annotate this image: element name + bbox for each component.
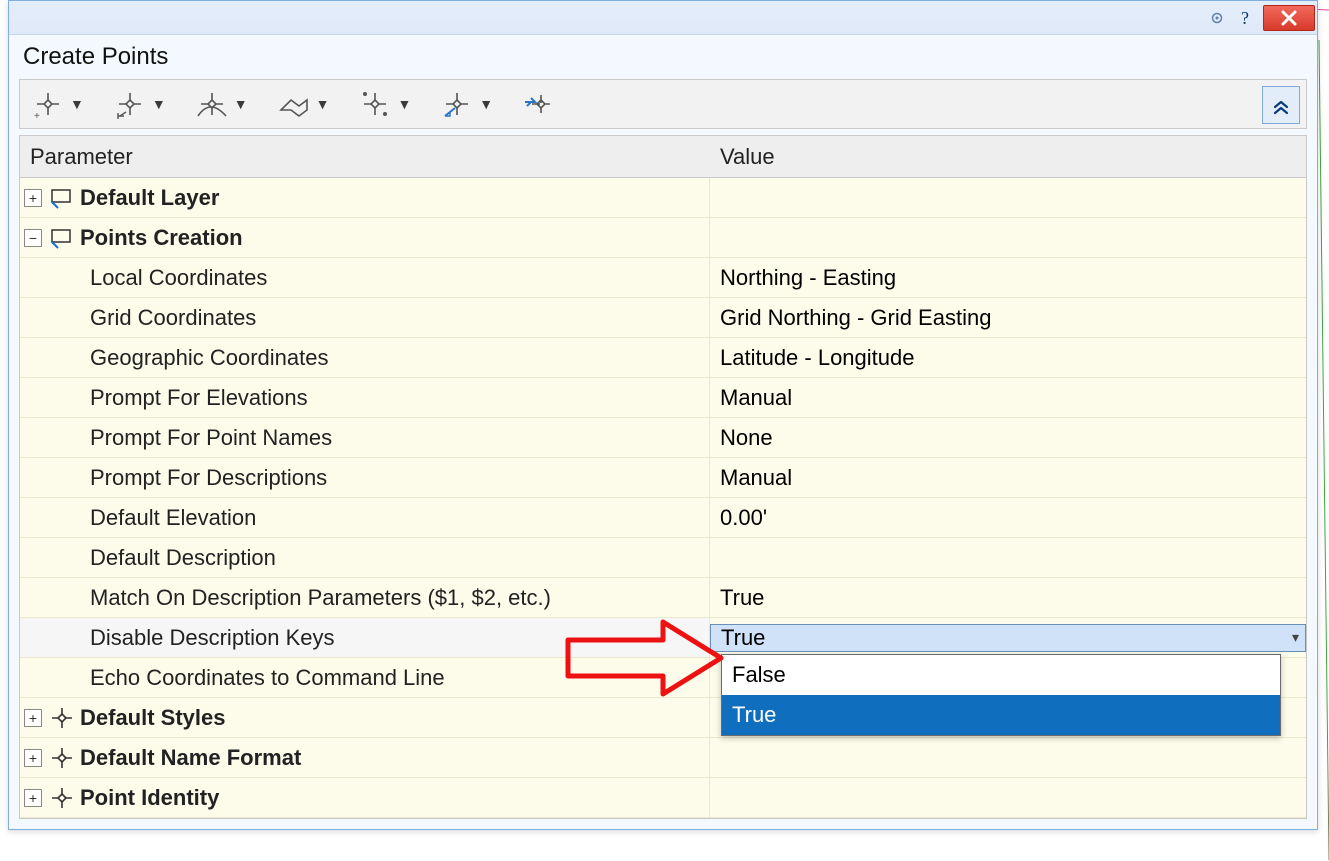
close-button[interactable] — [1263, 5, 1315, 31]
category-point-identity[interactable]: + Point Identity — [20, 778, 1306, 818]
category-label: Default Name Format — [80, 745, 301, 771]
chevron-down-icon: ▼ — [152, 96, 166, 112]
category-icon — [48, 224, 76, 252]
param-value[interactable]: Manual — [710, 465, 1306, 491]
category-label: Points Creation — [80, 225, 243, 251]
param-label: Default Description — [20, 545, 276, 571]
category-default-name-format[interactable]: + Default Name Format — [20, 738, 1306, 778]
param-label: Default Elevation — [20, 505, 256, 531]
chevron-down-icon: ▼ — [234, 96, 248, 112]
expand-icon[interactable]: + — [24, 749, 42, 767]
param-label: Match On Description Parameters ($1, $2,… — [20, 585, 551, 611]
param-value[interactable]: Grid Northing - Grid Easting — [710, 305, 1306, 331]
param-label: Prompt For Point Names — [20, 425, 332, 451]
param-prompt-elevations[interactable]: Prompt For Elevations Manual — [20, 378, 1306, 418]
category-label: Default Styles — [80, 705, 226, 731]
point-icon — [48, 744, 76, 772]
param-grid-coordinates[interactable]: Grid Coordinates Grid Northing - Grid Ea… — [20, 298, 1306, 338]
point-icon — [48, 784, 76, 812]
param-value-dropdown[interactable]: True ▾ — [710, 624, 1306, 652]
collapse-icon[interactable]: − — [24, 229, 42, 247]
param-label: Prompt For Elevations — [20, 385, 308, 411]
tool-import-points[interactable] — [521, 80, 557, 128]
toolbar: +▼ ▼ ▼ ▼ ▼ ▼ — [19, 79, 1307, 129]
tool-slope-point[interactable]: ▼ — [439, 80, 493, 128]
category-points-creation[interactable]: − Points Creation — [20, 218, 1306, 258]
dialog-title: Create Points — [9, 35, 1317, 75]
category-label: Point Identity — [80, 785, 219, 811]
param-value[interactable]: Manual — [710, 385, 1306, 411]
param-value[interactable]: 0.00' — [710, 505, 1306, 531]
param-prompt-point-names[interactable]: Prompt For Point Names None — [20, 418, 1306, 458]
svg-text:+: + — [34, 111, 40, 122]
param-value[interactable]: Latitude - Longitude — [710, 345, 1306, 371]
param-disable-description-keys[interactable]: Disable Description Keys True ▾ — [20, 618, 1306, 658]
param-label: Disable Description Keys — [20, 625, 335, 651]
param-default-description[interactable]: Default Description — [20, 538, 1306, 578]
dropdown-option-false[interactable]: False — [722, 655, 1280, 695]
category-icon — [48, 184, 76, 212]
property-grid: Parameter Value + Default Layer − Points… — [19, 135, 1307, 819]
chevron-down-icon: ▼ — [316, 96, 330, 112]
param-prompt-descriptions[interactable]: Prompt For Descriptions Manual — [20, 458, 1306, 498]
tool-intersection-point[interactable]: ▼ — [112, 80, 166, 128]
chevron-down-icon: ▼ — [397, 96, 411, 112]
expand-icon[interactable]: + — [24, 789, 42, 807]
tool-surface-point[interactable]: ▼ — [276, 80, 330, 128]
col-header-parameter[interactable]: Parameter — [20, 144, 710, 170]
titlebar: ? — [9, 1, 1317, 35]
expand-icon[interactable]: + — [24, 709, 42, 727]
point-icon — [48, 704, 76, 732]
pin-button[interactable] — [1203, 5, 1231, 31]
param-match-description-params[interactable]: Match On Description Parameters ($1, $2,… — [20, 578, 1306, 618]
grid-header: Parameter Value — [20, 136, 1306, 178]
param-label: Local Coordinates — [20, 265, 267, 291]
dropdown-disable-description-keys[interactable]: False True — [721, 654, 1281, 736]
param-value[interactable]: True — [710, 585, 1306, 611]
tool-alignment-point[interactable]: ▼ — [194, 80, 248, 128]
col-header-value[interactable]: Value — [710, 144, 1306, 170]
tool-manual-point[interactable]: +▼ — [30, 80, 84, 128]
param-label: Echo Coordinates to Command Line — [20, 665, 445, 691]
param-geographic-coordinates[interactable]: Geographic Coordinates Latitude - Longit… — [20, 338, 1306, 378]
chevron-down-icon[interactable]: ▾ — [1292, 629, 1299, 646]
param-label: Geographic Coordinates — [20, 345, 328, 371]
chevron-down-icon: ▼ — [479, 96, 493, 112]
dropdown-option-true[interactable]: True — [722, 695, 1280, 735]
param-label: Prompt For Descriptions — [20, 465, 327, 491]
param-default-elevation[interactable]: Default Elevation 0.00' — [20, 498, 1306, 538]
help-button[interactable]: ? — [1233, 5, 1261, 31]
param-label: Grid Coordinates — [20, 305, 256, 331]
chevron-down-icon: ▼ — [70, 96, 84, 112]
svg-text:?: ? — [1241, 8, 1249, 28]
tool-interpolate-point[interactable]: ▼ — [357, 80, 411, 128]
param-value[interactable]: None — [710, 425, 1306, 451]
expand-icon[interactable]: + — [24, 189, 42, 207]
param-local-coordinates[interactable]: Local Coordinates Northing - Easting — [20, 258, 1306, 298]
category-default-layer[interactable]: + Default Layer — [20, 178, 1306, 218]
category-label: Default Layer — [80, 185, 219, 211]
param-value[interactable]: Northing - Easting — [710, 265, 1306, 291]
selected-value: True — [721, 625, 765, 651]
create-points-dialog: ? Create Points +▼ ▼ ▼ ▼ ▼ ▼ — [8, 0, 1318, 830]
collapse-panel-button[interactable] — [1262, 86, 1300, 124]
